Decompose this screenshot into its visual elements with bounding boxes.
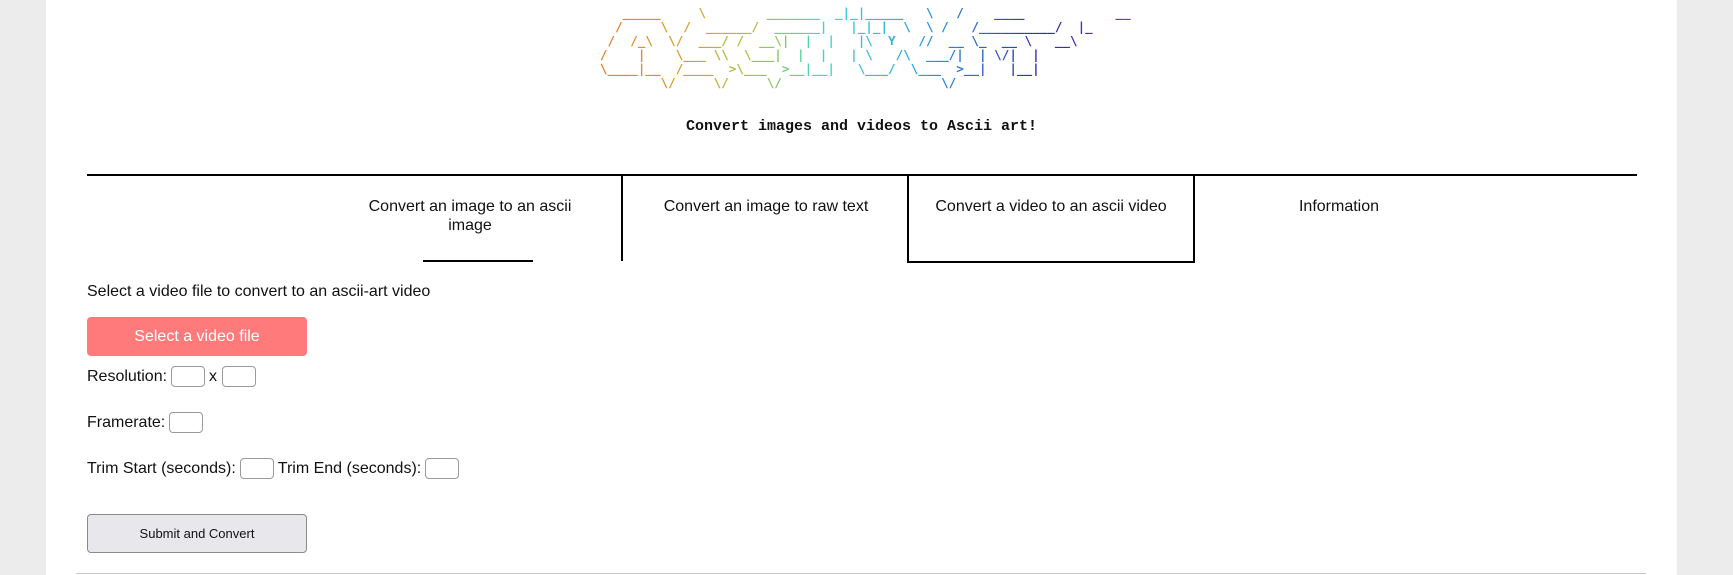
resolution-row: Resolution: x xyxy=(87,366,257,387)
form-instructions: Select a video file to convert to an asc… xyxy=(87,283,431,300)
resolution-label: Resolution: xyxy=(87,367,168,385)
framerate-label: Framerate: xyxy=(87,413,166,431)
tab-video-to-ascii-video[interactable]: Convert a video to an ascii video xyxy=(907,176,1195,263)
trim-row: Trim Start (seconds): Trim End (seconds)… xyxy=(87,458,460,479)
submit-and-convert-button[interactable]: Submit and Convert xyxy=(87,514,307,553)
framerate-input[interactable] xyxy=(169,412,204,433)
logo-container: _____ \ _______ _|_|_____ \ / ____ __ / … xyxy=(46,6,1677,92)
tab-label: Convert a video to an ascii video xyxy=(935,198,1167,215)
trim-start-label: Trim Start (seconds): xyxy=(87,459,236,477)
tab-label: Convert an image to raw text xyxy=(663,198,869,215)
trim-end-input[interactable] xyxy=(425,458,460,479)
framerate-row: Framerate: xyxy=(87,412,204,433)
trim-start-input[interactable] xyxy=(239,458,274,479)
resolution-width-input[interactable] xyxy=(171,366,206,387)
footer-divider xyxy=(76,573,1646,574)
page-container: _____ \ _______ _|_|_____ \ / ____ __ / … xyxy=(46,0,1677,575)
tab-bar: Convert an image to an ascii image Conve… xyxy=(87,174,1637,264)
resolution-separator: x xyxy=(209,367,218,385)
page-subtitle: Convert images and videos to Ascii art! xyxy=(685,118,1038,135)
tab-image-to-ascii-image[interactable]: Convert an image to an ascii image xyxy=(327,176,613,262)
tab-label: Information xyxy=(1298,198,1380,215)
tab-hover-underline xyxy=(423,260,533,262)
trim-end-label: Trim End (seconds): xyxy=(277,459,422,477)
ascii-logo: _____ \ _______ _|_|_____ \ / ____ __ / … xyxy=(592,6,1131,90)
tab-information[interactable]: Information xyxy=(1195,176,1483,261)
select-video-file-button[interactable]: Select a video file xyxy=(87,317,307,356)
tab-label: Convert an image to an ascii image xyxy=(368,198,572,234)
tab-image-to-raw-text[interactable]: Convert an image to raw text xyxy=(621,176,909,261)
resolution-height-input[interactable] xyxy=(222,366,257,387)
